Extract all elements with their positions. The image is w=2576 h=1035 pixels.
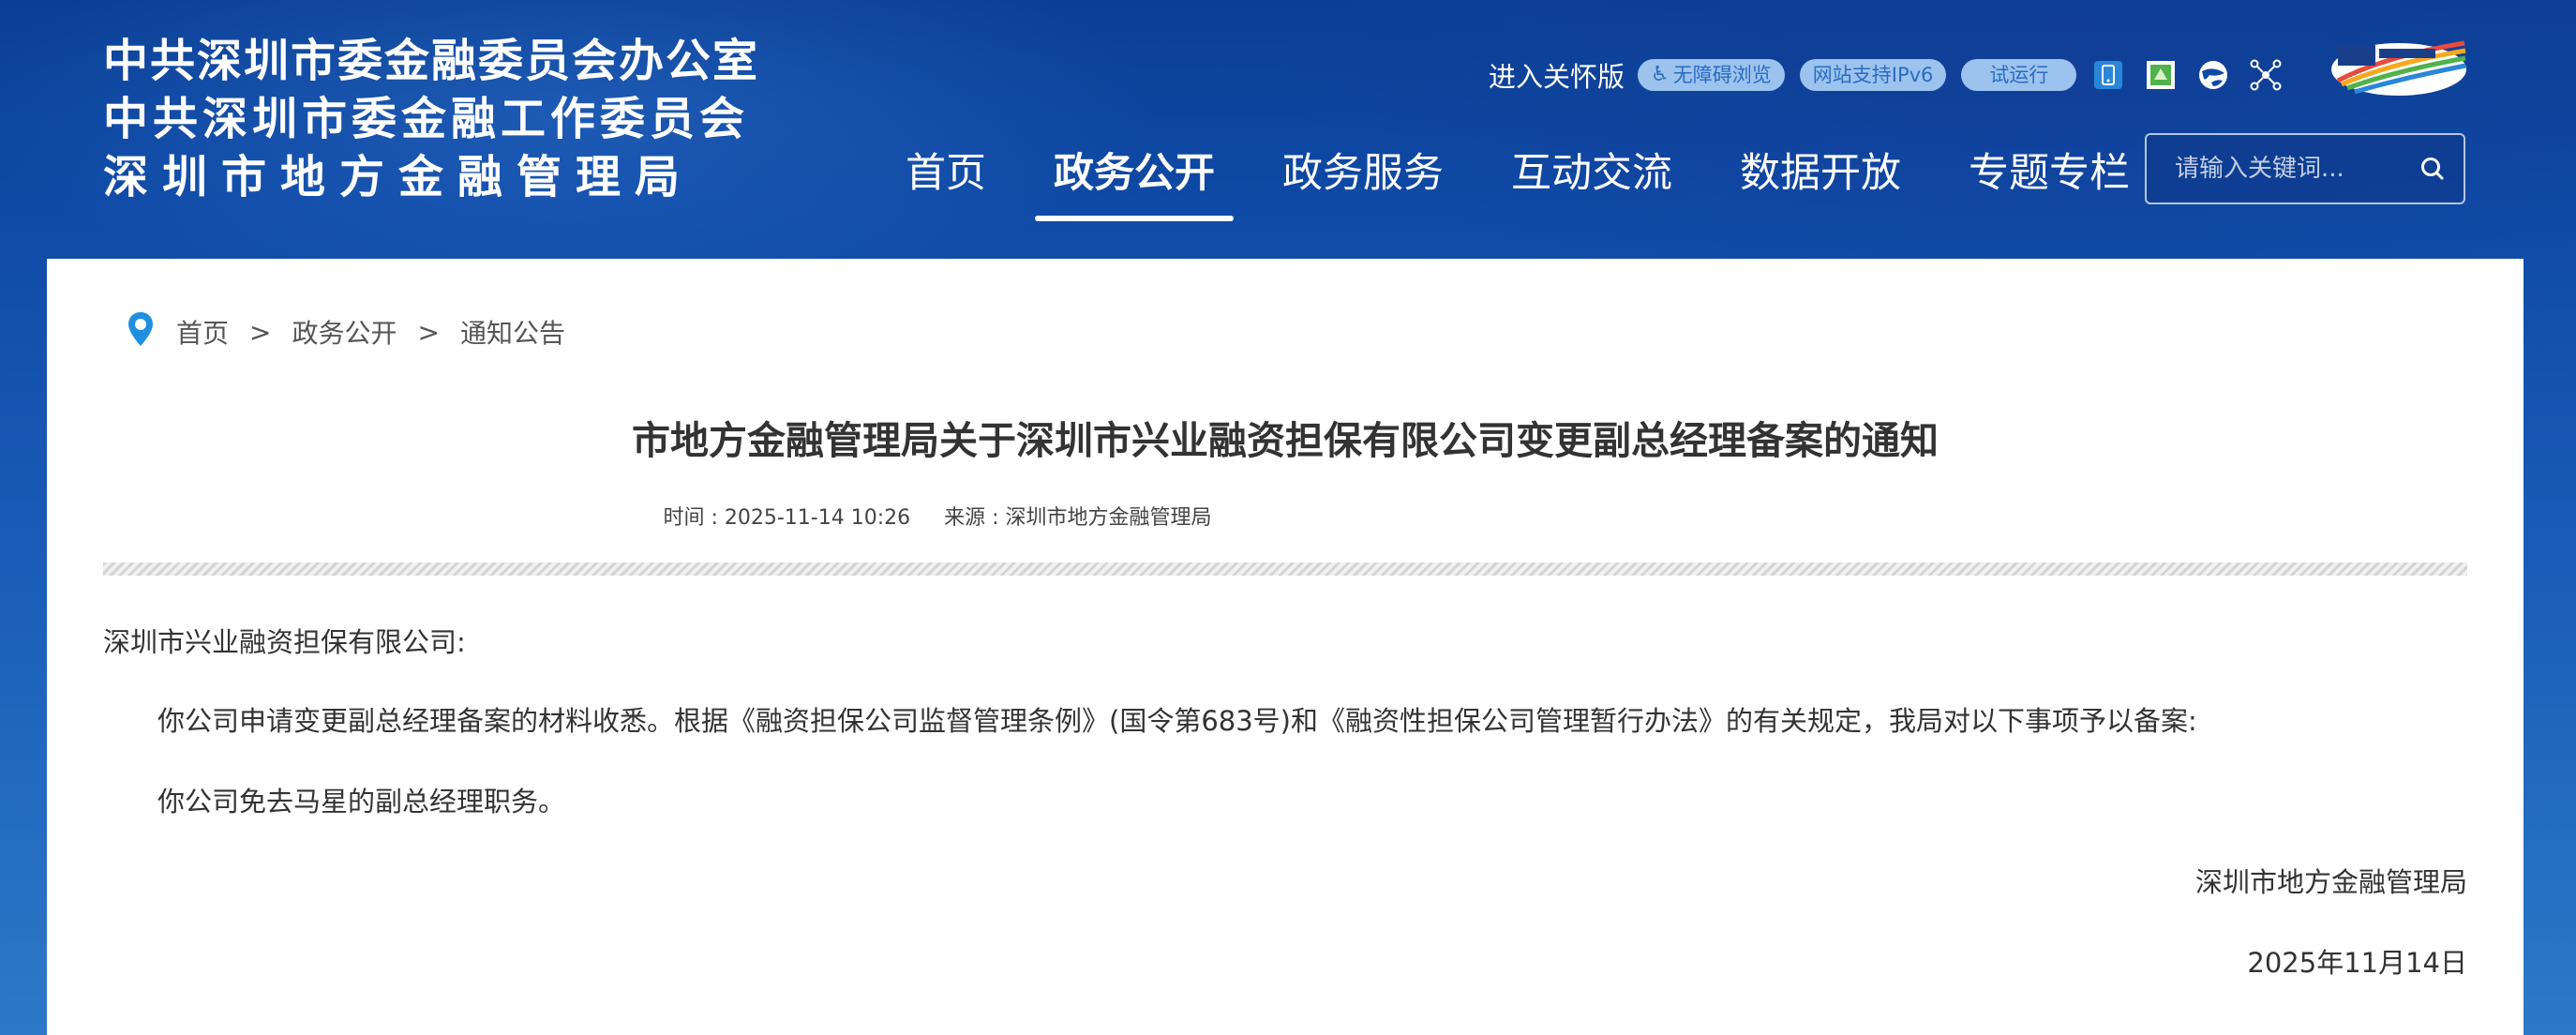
nav-home[interactable]: 首页 [872, 141, 1020, 221]
article-paragraph: 你公司免去马星的副总经理职务。 [157, 786, 566, 818]
accessibility-label: 无障碍浏览 [1672, 64, 1772, 86]
article-meta: 时间 : 2025-11-14 10:26 来源 : 深圳市地方金融管理局 [47, 501, 1828, 531]
org-name-line-3: 深圳市地方金融管理局 [103, 151, 695, 203]
org-name-line-1: 中共深圳市委金融委员会办公室 [103, 35, 760, 87]
article-date: 2025年11月14日 [2247, 947, 2467, 979]
care-version-link[interactable]: 进入关怀版 [1489, 55, 1625, 95]
search-input[interactable] [2147, 154, 2411, 184]
article-title: 市地方金融管理局关于深圳市兴业融资担保有限公司变更副总经理备案的通知 [632, 418, 1939, 463]
breadcrumb: 首页 > 政务公开 > 通知公告 [126, 311, 565, 352]
article-source: 来源 : 深圳市地方金融管理局 [944, 506, 1212, 530]
ipv6-label: 网站支持IPv6 [1812, 64, 1934, 86]
search-button[interactable] [2411, 145, 2454, 192]
breadcrumb-home[interactable]: 首页 [176, 313, 229, 351]
mobile-icon[interactable] [2091, 58, 2125, 92]
search-icon [2421, 158, 2444, 180]
nav-government-services[interactable]: 政务服务 [1249, 141, 1477, 221]
green-tag-icon[interactable] [2144, 58, 2178, 92]
search-box [2145, 133, 2465, 204]
article-addressee: 深圳市兴业融资担保有限公司: [103, 626, 466, 658]
trial-badge[interactable]: 试运行 [1961, 59, 2077, 91]
utility-bar: 进入关怀版 ♿ 无障碍浏览 网站支持IPv6 试运行 [1489, 56, 2473, 94]
ipv6-badge[interactable]: 网站支持IPv6 [1799, 59, 1947, 91]
accessibility-button[interactable]: ♿ 无障碍浏览 [1638, 59, 1785, 91]
article-signature: 深圳市地方金融管理局 [2194, 866, 2467, 898]
shenzhen-brand-logo[interactable] [2329, 38, 2469, 98]
accessibility-wheelchair-icon: ♿ [1651, 63, 1670, 86]
trial-label: 试运行 [1989, 64, 2049, 86]
org-logo[interactable]: 中共深圳市委金融委员会办公室 中共深圳市委金融工作委员会 深圳市地方金融管理局 [103, 32, 778, 206]
article-time: 时间 : 2025-11-14 10:26 [663, 506, 911, 530]
article-container: 首页 > 政务公开 > 通知公告 市地方金融管理局关于深圳市兴业融资担保有限公司… [47, 259, 2524, 1035]
nav-special-topics[interactable]: 专题专栏 [1935, 141, 2164, 221]
breadcrumb-separator: > [417, 316, 440, 348]
breadcrumb-separator: > [249, 316, 272, 348]
org-name-line-2: 中共深圳市委金融工作委员会 [103, 93, 750, 145]
main-nav: 首页 政务公开 政务服务 互动交流 数据开放 专题专栏 [872, 141, 2164, 221]
title-divider [103, 562, 2467, 576]
location-pin-icon [126, 310, 156, 354]
breadcrumb-notices[interactable]: 通知公告 [460, 313, 565, 351]
breadcrumb-government-affairs[interactable]: 政务公开 [292, 313, 397, 351]
network-icon[interactable] [2249, 58, 2283, 92]
nav-government-affairs[interactable]: 政务公开 [1020, 141, 1249, 221]
nav-open-data[interactable]: 数据开放 [1706, 141, 1935, 221]
nav-interaction[interactable]: 互动交流 [1477, 141, 1706, 221]
globe-icon[interactable] [2196, 58, 2230, 92]
article-paragraph: 你公司申请变更副总经理备案的材料收悉。根据《融资担保公司监督管理条例》(国令第6… [157, 705, 2197, 737]
